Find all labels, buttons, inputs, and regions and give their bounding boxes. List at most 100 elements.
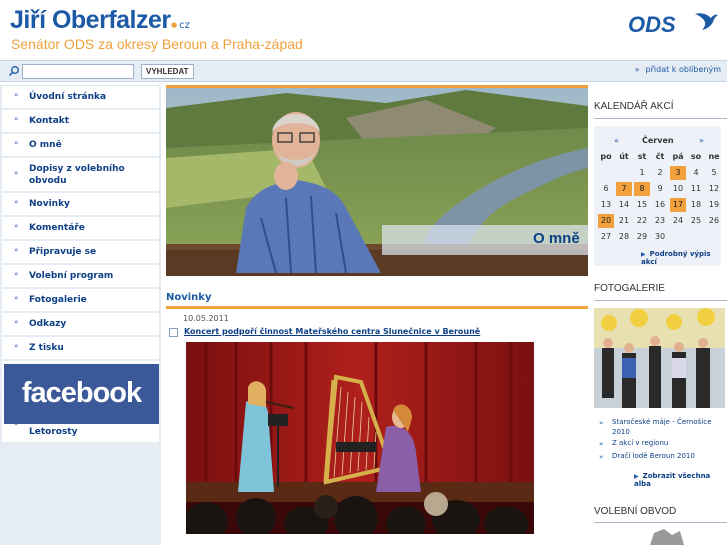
search-input[interactable] bbox=[22, 64, 134, 79]
gallery-photo[interactable] bbox=[594, 308, 725, 408]
district-heading[interactable]: VOLEBNÍ OBVOD bbox=[594, 506, 676, 517]
sidebar-item-label: Fotogalerie bbox=[29, 295, 87, 305]
calendar-day: 6 bbox=[603, 184, 609, 193]
calendar-prev-month[interactable]: « bbox=[614, 136, 619, 145]
sidebar-item[interactable]: » O mně bbox=[2, 134, 159, 157]
arrow-bullet-icon: » bbox=[14, 169, 19, 177]
search-button[interactable]: VYHLEDAT bbox=[141, 64, 194, 79]
sidebar-item[interactable]: » Komentáře bbox=[2, 217, 159, 240]
calendar-day: 5 bbox=[711, 168, 717, 177]
gallery-thumbnail bbox=[594, 308, 725, 408]
sidebar-item[interactable]: » Připravuje se bbox=[2, 241, 159, 264]
sidebar-item-label: Novinky bbox=[29, 199, 70, 209]
hero-caption[interactable]: O mně bbox=[533, 230, 580, 247]
gallery-bullet-icon: » bbox=[599, 440, 604, 448]
district-map[interactable] bbox=[640, 527, 690, 545]
arrow-bullet-icon: » bbox=[14, 198, 19, 206]
calendar-day: 16 bbox=[654, 200, 666, 209]
calendar-day: 18 bbox=[690, 200, 702, 209]
sidebar-item[interactable]: » Úvodní stránka bbox=[2, 86, 159, 109]
calendar-next-month[interactable]: » bbox=[699, 136, 704, 145]
calendar-day[interactable]: 7 bbox=[616, 182, 632, 196]
calendar-day: 27 bbox=[600, 232, 612, 241]
calendar-day: 13 bbox=[600, 200, 612, 209]
calendar-day: 19 bbox=[708, 200, 720, 209]
calendar-weekday: út bbox=[619, 152, 629, 161]
site-subtitle: Senátor ODS za okresy Beroun a Praha-záp… bbox=[11, 36, 303, 52]
calendar-day: 24 bbox=[672, 216, 684, 225]
gallery-divider bbox=[594, 300, 727, 301]
facebook-logo-text: facebook bbox=[21, 377, 142, 409]
sidebar-item-label: Volební program bbox=[29, 271, 114, 281]
sidebar-item[interactable]: » Kontakt bbox=[2, 110, 159, 133]
calendar-heading[interactable]: KALENDÁŘ AKCÍ bbox=[594, 101, 673, 112]
news-heading[interactable]: Novinky bbox=[166, 292, 211, 303]
calendar-weekday: čt bbox=[655, 152, 665, 161]
site-name[interactable]: Jiří Oberfalzer bbox=[10, 6, 171, 35]
calendar-month: Červen bbox=[642, 136, 674, 145]
calendar-detail-link[interactable]: Podrobný výpis akcí bbox=[641, 250, 727, 266]
sidebar-item-label: Úvodní stránka bbox=[29, 92, 107, 102]
gallery-link-3[interactable]: Dračí lodě Beroun 2010 bbox=[612, 451, 695, 461]
news-photo[interactable] bbox=[186, 342, 534, 534]
district-divider bbox=[594, 522, 727, 523]
calendar-day: 22 bbox=[636, 216, 648, 225]
site-header: Jiří Oberfalzer cz Senátor ODS za okresy… bbox=[0, 0, 727, 60]
search-icon bbox=[8, 66, 19, 77]
concert-photo bbox=[186, 342, 534, 534]
calendar-day: 28 bbox=[618, 232, 630, 241]
sidebar-item-label: Z tisku bbox=[29, 343, 64, 353]
gallery-link-1[interactable]: Staročeské máje - Černošice 2010 bbox=[612, 417, 722, 437]
calendar-day[interactable]: 8 bbox=[634, 182, 650, 196]
events-calendar: « Červen » po út st čt pá so ne 1 2 3 4 5 6 7 8 9 10 11 12… bbox=[594, 126, 721, 266]
calendar-day: 10 bbox=[672, 184, 684, 193]
arrow-bullet-icon: » bbox=[14, 222, 19, 230]
calendar-day: 11 bbox=[690, 184, 702, 193]
sidebar-item-label: Dopisy z volebního obvodu bbox=[29, 164, 125, 186]
gallery-show-all-link[interactable]: Zobrazit všechna alba bbox=[634, 472, 727, 488]
ods-logo[interactable]: ODS bbox=[628, 12, 676, 38]
calendar-day: 14 bbox=[618, 200, 630, 209]
gallery-bullet-icon: » bbox=[599, 419, 604, 427]
gallery-heading[interactable]: FOTOGALERIE bbox=[594, 283, 665, 294]
sidebar-item[interactable]: » Dopisy z volebního obvodu bbox=[2, 158, 159, 192]
calendar-day: 21 bbox=[618, 216, 630, 225]
ods-bird-icon bbox=[695, 13, 718, 31]
calendar-day: 9 bbox=[657, 184, 663, 193]
facebook-banner[interactable]: facebook bbox=[4, 364, 159, 424]
news-title-link[interactable]: Koncert podpoří činnost Mateřského centr… bbox=[184, 327, 480, 336]
gallery-link-2[interactable]: Z akcí v regionu bbox=[612, 438, 668, 448]
calendar-day: 26 bbox=[708, 216, 720, 225]
sidebar-item[interactable]: » Novinky bbox=[2, 193, 159, 216]
arrow-bullet-icon: » bbox=[14, 270, 19, 278]
sidebar-item-label: Kontakt bbox=[29, 116, 70, 126]
calendar-weekday: st bbox=[637, 152, 647, 161]
gallery-bullet-icon: » bbox=[599, 453, 604, 461]
calendar-day[interactable]: 3 bbox=[670, 166, 686, 180]
sidebar-item[interactable]: » Z tisku bbox=[2, 337, 159, 360]
hero-banner[interactable]: O mně bbox=[166, 85, 588, 276]
arrow-bullet-icon: » bbox=[14, 91, 19, 99]
sidebar-item[interactable]: » Volební program bbox=[2, 265, 159, 288]
news-divider bbox=[166, 306, 588, 309]
calendar-day: 29 bbox=[636, 232, 648, 241]
sidebar-item[interactable]: » Odkazy bbox=[2, 313, 159, 336]
add-to-favorites-link[interactable]: přidat k oblíbeným bbox=[635, 65, 721, 74]
calendar-day[interactable]: 20 bbox=[598, 214, 614, 228]
news-item-icon bbox=[169, 328, 178, 337]
calendar-day: 15 bbox=[636, 200, 648, 209]
sidebar-item-label: Komentáře bbox=[29, 223, 85, 233]
sidebar-item-label: Připravuje se bbox=[29, 247, 97, 257]
calendar-day: 12 bbox=[708, 184, 720, 193]
calendar-day[interactable]: 17 bbox=[670, 198, 686, 212]
calendar-divider bbox=[594, 118, 727, 119]
sidebar-item-label: Odkazy bbox=[29, 319, 67, 329]
arrow-bullet-icon: » bbox=[14, 294, 19, 302]
calendar-weekday: pá bbox=[672, 152, 684, 161]
calendar-day: 25 bbox=[690, 216, 702, 225]
calendar-weekday: po bbox=[600, 152, 612, 161]
calendar-day: 23 bbox=[654, 216, 666, 225]
calendar-day: 30 bbox=[654, 232, 666, 241]
sidebar-item[interactable]: » Fotogalerie bbox=[2, 289, 159, 312]
arrow-bullet-icon: » bbox=[14, 318, 19, 326]
